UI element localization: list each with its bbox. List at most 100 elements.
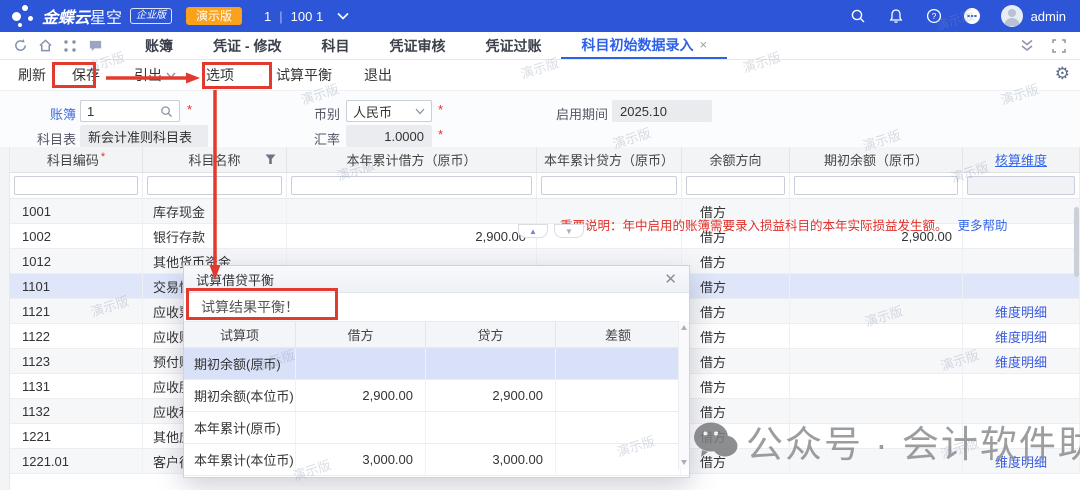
filter-funnel-icon[interactable]	[265, 154, 276, 165]
tab-凭证审核[interactable]: 凭证审核	[369, 32, 465, 59]
triangle-up-icon: ▲	[529, 227, 537, 236]
org-right: 100 1	[291, 9, 324, 24]
book-input[interactable]: 1	[80, 100, 180, 122]
filter-input-5[interactable]	[794, 176, 958, 195]
cell-ytd-debit[interactable]	[287, 199, 537, 223]
period-field: 2025.10	[612, 100, 712, 122]
sync-icon[interactable]	[12, 38, 28, 54]
currency-select[interactable]: 人民币	[346, 100, 432, 122]
notification-bell-icon[interactable]	[887, 7, 905, 25]
demo-version-badge: 演示版	[186, 7, 242, 25]
settings-gear-icon[interactable]: ⚙	[1055, 64, 1070, 84]
cell-opening-balance[interactable]	[790, 399, 963, 423]
cell-balance-direction: 借方	[682, 349, 790, 373]
cell-opening-balance[interactable]	[790, 324, 963, 348]
dimension-detail-link[interactable]: 维度明细	[995, 302, 1047, 321]
options-button[interactable]: 选项	[198, 61, 242, 89]
filter-form: 账簿 1 * 科目表 新会计准则科目表 币别 人民币 * 汇率 1.0000 *…	[0, 90, 1080, 147]
filter-input-6[interactable]	[967, 176, 1075, 195]
refresh-button[interactable]: 刷新	[10, 61, 54, 89]
dialog-titlebar[interactable]: 试算借贷平衡 ✕	[184, 266, 689, 293]
tab-label: 凭证过账	[485, 36, 541, 56]
collapse-up-button[interactable]: ▲	[518, 224, 548, 238]
cell-account-code: 1122	[10, 324, 143, 348]
tab-账簿[interactable]: 账簿	[125, 32, 193, 59]
cell-opening-balance[interactable]	[790, 274, 963, 298]
exit-button[interactable]: 退出	[356, 61, 400, 89]
user-name[interactable]: admin	[1031, 9, 1066, 24]
cell-trial-credit	[426, 348, 556, 379]
dimension-detail-link[interactable]: 维度明细	[995, 327, 1047, 346]
chevron-down-icon[interactable]	[337, 12, 349, 20]
help-icon[interactable]: ?	[925, 7, 943, 25]
cell-account-name: 银行存款	[143, 224, 287, 248]
column-header-6[interactable]: 核算维度	[963, 147, 1080, 172]
dimension-detail-link[interactable]: 维度明细	[995, 352, 1047, 371]
cell-account-code: 1132	[10, 399, 143, 423]
filter-input-3[interactable]	[541, 176, 677, 195]
tab-凭证过账[interactable]: 凭证过账	[465, 32, 561, 59]
fullscreen-icon[interactable]	[1052, 39, 1066, 53]
tab-科目[interactable]: 科目	[301, 32, 369, 59]
filter-input-2[interactable]	[291, 176, 532, 195]
dialog-scrollbar[interactable]	[678, 321, 689, 469]
filter-cell-5	[790, 173, 963, 198]
search-icon[interactable]	[849, 7, 867, 25]
tab-科目初始数据录入[interactable]: 科目初始数据录入×	[561, 32, 727, 59]
tab-凭证 - 修改[interactable]: 凭证 - 修改	[193, 32, 301, 59]
chart-label: 科目表	[26, 129, 76, 148]
dialog-table-row[interactable]: 本年累计(原币)	[184, 412, 689, 444]
cell-account-code: 1002	[10, 224, 143, 248]
edition-badge: 企业版	[130, 8, 172, 24]
filter-cell-1	[143, 173, 287, 198]
vertical-scrollbar[interactable]	[1074, 207, 1079, 277]
close-tab-icon[interactable]: ×	[699, 37, 707, 52]
collapse-tabs-icon[interactable]	[1020, 39, 1034, 52]
cell-opening-balance[interactable]	[790, 299, 963, 323]
cell-opening-balance[interactable]	[790, 374, 963, 398]
dialog-table-row[interactable]: 期初余额(原币)	[184, 348, 689, 380]
filter-cell-0	[10, 173, 143, 198]
home-icon[interactable]	[37, 38, 53, 54]
dialog-table-row[interactable]: 本年累计(本位币)3,000.003,000.00	[184, 444, 689, 476]
save-button[interactable]: 保存	[64, 61, 108, 89]
org-switcher[interactable]: 1 | 100 1	[264, 9, 349, 24]
dialog-table-row[interactable]: 期初余额(本位币)2,900.002,900.00	[184, 380, 689, 412]
cell-opening-balance[interactable]	[790, 249, 963, 273]
cell-opening-balance[interactable]	[790, 424, 963, 448]
brand-light: 星空	[90, 10, 122, 27]
cell-ytd-debit[interactable]: 2,900.00	[287, 224, 537, 248]
more-menu-icon[interactable]	[963, 7, 981, 25]
cell-account-code: 1123	[10, 349, 143, 373]
dialog-column-header-0: 试算项	[184, 322, 296, 347]
cell-opening-balance[interactable]	[790, 449, 963, 473]
user-avatar[interactable]	[1001, 5, 1023, 27]
cell-balance-direction: 借方	[682, 274, 790, 298]
scroll-up-icon[interactable]	[681, 325, 687, 330]
cell-dimension	[963, 249, 1080, 273]
required-star: *	[438, 102, 443, 117]
cell-account-name: 库存现金	[143, 199, 287, 223]
period-label: 启用期间	[552, 104, 608, 123]
export-button[interactable]: 引出	[126, 61, 184, 89]
chart-field: 新会计准则科目表	[80, 125, 208, 147]
message-bubble-icon[interactable]	[87, 38, 103, 54]
apps-grid-icon[interactable]	[62, 38, 78, 54]
lookup-magnifier-icon[interactable]	[160, 105, 173, 118]
close-icon[interactable]: ✕	[664, 270, 677, 288]
open-tabs: 账簿凭证 - 修改科目凭证审核凭证过账科目初始数据录入×	[125, 32, 727, 59]
cell-trial-item: 本年累计(本位币)	[184, 444, 296, 475]
more-help-link[interactable]: 更多帮助	[958, 219, 1008, 233]
dialog-result-message: 试算结果平衡！	[184, 293, 689, 321]
cell-dimension	[963, 374, 1080, 398]
cell-account-code: 1221.01	[10, 449, 143, 473]
cell-opening-balance[interactable]	[790, 349, 963, 373]
filter-input-1[interactable]	[147, 176, 282, 195]
filter-input-0[interactable]	[14, 176, 138, 195]
dimension-detail-link[interactable]: 维度明细	[995, 452, 1047, 471]
collapse-down-button[interactable]: ▼	[554, 224, 584, 238]
scroll-down-icon[interactable]	[681, 460, 687, 465]
trial-balance-button[interactable]: 试算平衡	[268, 61, 340, 89]
filter-input-4[interactable]	[686, 176, 785, 195]
book-label[interactable]: 账簿	[36, 104, 76, 123]
